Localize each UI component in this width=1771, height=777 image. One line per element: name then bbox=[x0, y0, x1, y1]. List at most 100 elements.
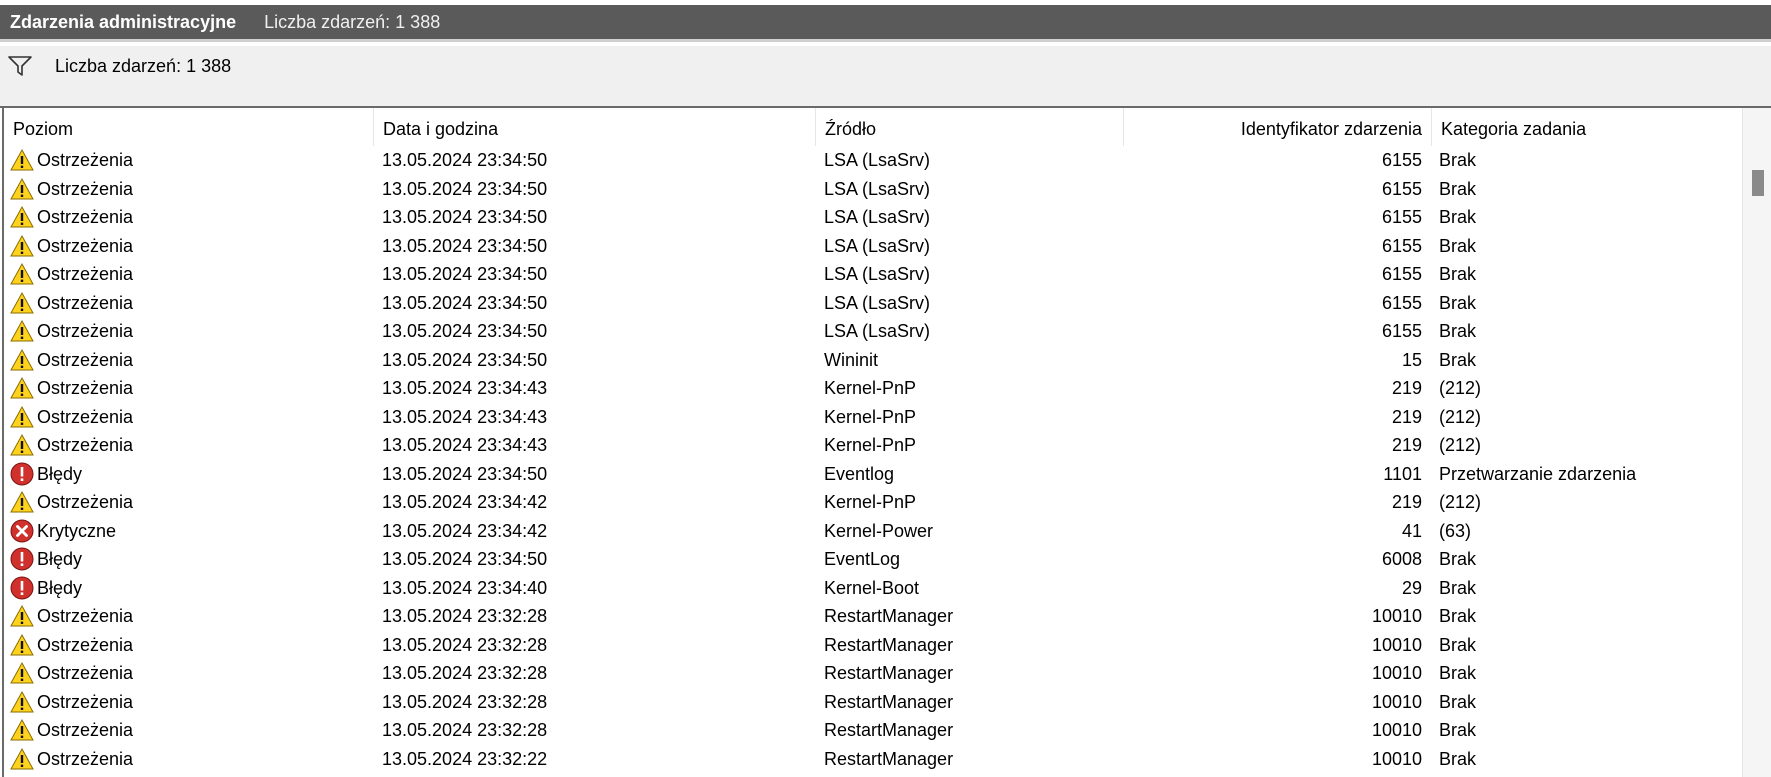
table-row[interactable]: Ostrzeżenia 13.05.2024 23:32:28 RestartMan… bbox=[4, 688, 1744, 717]
table-row[interactable]: Błędy 13.05.2024 23:34:50 EventLog 6008 Brak bbox=[4, 545, 1744, 574]
table-row[interactable]: Ostrzeżenia 13.05.2024 23:34:43 Kernel-PnP… bbox=[4, 403, 1744, 432]
warning-icon bbox=[10, 319, 34, 343]
date-cell: 13.05.2024 23:34:50 bbox=[382, 463, 548, 484]
date-cell: 13.05.2024 23:34:50 bbox=[382, 349, 548, 370]
event-id-cell: 6155 bbox=[1381, 292, 1422, 313]
column-header-source[interactable]: Źródło bbox=[816, 108, 1124, 146]
table-row[interactable]: Ostrzeżenia 13.05.2024 23:34:50 LSA (LsaSr… bbox=[4, 232, 1744, 261]
level-label: Błędy bbox=[37, 549, 83, 569]
task-category-cell: Przetwarzanie zdarzenia bbox=[1439, 463, 1637, 484]
table-row[interactable]: Ostrzeżenia 13.05.2024 23:32:22 RestartMan… bbox=[4, 745, 1744, 774]
source-cell: RestartManager bbox=[824, 606, 954, 626]
level-label: Ostrzeżenia bbox=[37, 378, 134, 398]
event-id-cell: 6155 bbox=[1381, 207, 1422, 227]
table-row[interactable]: Ostrzeżenia 13.05.2024 23:34:50 Wininit 15 B… bbox=[4, 346, 1744, 375]
date-cell: 13.05.2024 23:32:22 bbox=[382, 748, 548, 769]
level-label: Ostrzeżenia bbox=[37, 634, 134, 655]
source-cell: Eventlog bbox=[824, 463, 895, 484]
event-id-cell: 219 bbox=[1391, 492, 1422, 512]
error-icon bbox=[10, 576, 34, 600]
warning-icon bbox=[10, 291, 34, 315]
vertical-scrollbar[interactable] bbox=[1742, 108, 1771, 777]
column-header-date[interactable]: Data i godzina bbox=[374, 108, 816, 146]
event-id-cell: 219 bbox=[1391, 406, 1422, 427]
date-cell: 13.05.2024 23:34:43 bbox=[382, 378, 548, 398]
source-cell: Wininit bbox=[824, 349, 879, 370]
table-row[interactable]: Ostrzeżenia 13.05.2024 23:34:50 LSA (LsaSr… bbox=[4, 175, 1744, 204]
table-row[interactable]: Błędy 13.05.2024 23:34:40 Kernel-Boot 29 Bra… bbox=[4, 574, 1744, 603]
table-row[interactable]: Ostrzeżenia 13.05.2024 23:34:50 LSA (LsaSr… bbox=[4, 260, 1744, 289]
event-id-cell: 10010 bbox=[1371, 634, 1422, 655]
level-label: Ostrzeżenia bbox=[37, 691, 134, 712]
task-category-cell: Brak bbox=[1439, 292, 1477, 313]
level-cell: Ostrzeżenia bbox=[10, 346, 370, 375]
event-id-cell: 10010 bbox=[1371, 606, 1422, 626]
warning-icon bbox=[10, 433, 34, 457]
table-row[interactable]: Ostrzeżenia 13.05.2024 23:34:50 LSA (LsaSr… bbox=[4, 289, 1744, 318]
date-cell: 13.05.2024 23:34:50 bbox=[382, 549, 548, 569]
column-header-level[interactable]: Poziom bbox=[4, 108, 374, 146]
table-row[interactable]: Ostrzeżenia 13.05.2024 23:34:50 LSA (LsaSr… bbox=[4, 317, 1744, 346]
level-label: Ostrzeżenia bbox=[37, 435, 134, 455]
date-cell: 13.05.2024 23:34:42 bbox=[382, 492, 548, 512]
error-icon bbox=[10, 547, 34, 571]
level-cell: Ostrzeżenia bbox=[10, 403, 370, 432]
warning-icon bbox=[10, 690, 34, 714]
warning-icon bbox=[10, 747, 34, 771]
warning-icon bbox=[10, 234, 34, 258]
table-row[interactable]: Ostrzeżenia 13.05.2024 23:34:50 LSA (LsaSr… bbox=[4, 146, 1744, 175]
level-cell: Ostrzeżenia bbox=[10, 431, 370, 460]
events-table: Poziom Data i godzina Źródło Identyfikat… bbox=[2, 108, 1771, 777]
level-cell: Ostrzeżenia bbox=[10, 289, 370, 318]
critical-icon bbox=[10, 519, 34, 543]
event-id-cell: 10010 bbox=[1371, 663, 1422, 683]
level-label: Ostrzeżenia bbox=[37, 748, 134, 769]
column-header-task-category[interactable]: Kategoria zadania bbox=[1432, 108, 1744, 146]
event-id-cell: 219 bbox=[1391, 435, 1422, 455]
level-label: Ostrzeżenia bbox=[37, 264, 134, 284]
task-category-cell: Brak bbox=[1439, 321, 1477, 341]
level-label: Krytyczne bbox=[37, 520, 117, 541]
table-row[interactable]: Ostrzeżenia 13.05.2024 23:32:28 RestartMan… bbox=[4, 631, 1744, 660]
title-bar: Zdarzenia administracyjne Liczba zdarzeń… bbox=[0, 5, 1771, 42]
date-cell: 13.05.2024 23:32:28 bbox=[382, 663, 548, 683]
level-cell: Ostrzeżenia bbox=[10, 688, 370, 717]
source-cell: RestartManager bbox=[824, 720, 954, 740]
event-viewer-window: Zdarzenia administracyjne Liczba zdarzeń… bbox=[0, 0, 1771, 777]
level-label: Ostrzeżenia bbox=[37, 606, 134, 626]
warning-icon bbox=[10, 633, 34, 657]
task-category-cell: Brak bbox=[1439, 549, 1477, 569]
table-row[interactable]: Ostrzeżenia 13.05.2024 23:32:28 RestartMan… bbox=[4, 602, 1744, 631]
warning-icon bbox=[10, 376, 34, 400]
scrollbar-thumb[interactable] bbox=[1752, 170, 1764, 196]
level-cell: Ostrzeżenia bbox=[10, 146, 370, 175]
table-row[interactable]: Ostrzeżenia 13.05.2024 23:34:43 Kernel-PnP… bbox=[4, 431, 1744, 460]
table-body: Ostrzeżenia 13.05.2024 23:34:50 LSA (LsaSr… bbox=[4, 146, 1744, 773]
level-label: Ostrzeżenia bbox=[37, 720, 134, 740]
table-row[interactable]: Ostrzeżenia 13.05.2024 23:34:42 Kernel-PnP… bbox=[4, 488, 1744, 517]
table-row[interactable]: Błędy 13.05.2024 23:34:50 Eventlog 1101 Prze… bbox=[4, 460, 1744, 489]
event-id-cell: 6155 bbox=[1381, 178, 1422, 199]
task-category-cell: Brak bbox=[1439, 720, 1477, 740]
table-header: Poziom Data i godzina Źródło Identyfikat… bbox=[4, 108, 1744, 146]
source-cell: RestartManager bbox=[824, 748, 954, 769]
event-id-cell: 29 bbox=[1401, 577, 1422, 598]
level-label: Ostrzeżenia bbox=[37, 406, 134, 427]
task-category-cell: (63) bbox=[1439, 520, 1472, 541]
source-cell: LSA (LsaSrv) bbox=[824, 235, 931, 256]
source-cell: Kernel-PnP bbox=[824, 492, 917, 512]
table-row[interactable]: Ostrzeżenia 13.05.2024 23:34:50 LSA (LsaSr… bbox=[4, 203, 1744, 232]
column-header-event-id[interactable]: Identyfikator zdarzenia bbox=[1124, 108, 1432, 146]
table-row[interactable]: Ostrzeżenia 13.05.2024 23:32:28 RestartMan… bbox=[4, 659, 1744, 688]
event-id-cell: 6155 bbox=[1381, 235, 1422, 256]
date-cell: 13.05.2024 23:32:28 bbox=[382, 720, 548, 740]
table-row[interactable]: Ostrzeżenia 13.05.2024 23:32:28 RestartMan… bbox=[4, 716, 1744, 745]
level-cell: Błędy bbox=[10, 574, 370, 603]
source-cell: RestartManager bbox=[824, 663, 954, 683]
filter-icon[interactable] bbox=[8, 55, 32, 77]
level-label: Ostrzeżenia bbox=[37, 663, 134, 683]
table-row[interactable]: Krytyczne 13.05.2024 23:34:42 Kernel-Power… bbox=[4, 517, 1744, 546]
event-id-cell: 10010 bbox=[1371, 748, 1422, 769]
table-row[interactable]: Ostrzeżenia 13.05.2024 23:34:43 Kernel-PnP… bbox=[4, 374, 1744, 403]
task-category-cell: Brak bbox=[1439, 606, 1477, 626]
